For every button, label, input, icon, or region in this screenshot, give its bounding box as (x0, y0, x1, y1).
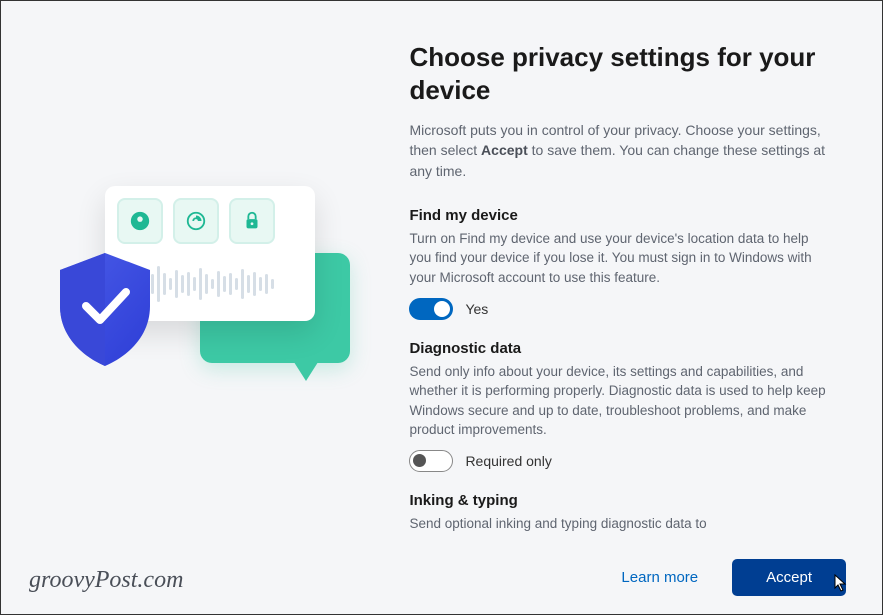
lock-icon (229, 198, 275, 244)
setting-description: Send optional inking and typing diagnost… (409, 514, 832, 534)
setting-title: Inking & typing (409, 492, 832, 509)
location-pin-icon (117, 198, 163, 244)
learn-more-link[interactable]: Learn more (621, 569, 698, 586)
setting-title: Find my device (409, 207, 832, 224)
shield-check-icon (50, 248, 160, 368)
privacy-illustration (50, 158, 370, 418)
settings-panel: Choose privacy settings for your device … (399, 31, 862, 544)
setting-find-my-device: Find my device Turn on Find my device an… (409, 207, 832, 320)
watermark: groovyPost.com (29, 567, 183, 594)
diagnostic-toggle[interactable] (409, 450, 453, 472)
page-subtitle: Microsoft puts you in control of your pr… (409, 120, 832, 181)
setting-description: Turn on Find my device and use your devi… (409, 229, 832, 288)
cursor-icon (834, 574, 848, 592)
accept-button[interactable]: Accept (732, 559, 846, 596)
find-device-toggle[interactable] (409, 298, 453, 320)
setting-description: Send only info about your device, its se… (409, 362, 832, 440)
toggle-label: Yes (465, 301, 488, 317)
setting-title: Diagnostic data (409, 340, 832, 357)
setting-diagnostic-data: Diagnostic data Send only info about you… (409, 340, 832, 472)
fingerprint-icon (173, 198, 219, 244)
page-title: Choose privacy settings for your device (409, 41, 832, 106)
illustration-panel (21, 31, 399, 544)
footer-actions: Learn more Accept (621, 559, 846, 596)
toggle-label: Required only (465, 453, 551, 469)
setting-inking-typing: Inking & typing Send optional inking and… (409, 492, 832, 534)
